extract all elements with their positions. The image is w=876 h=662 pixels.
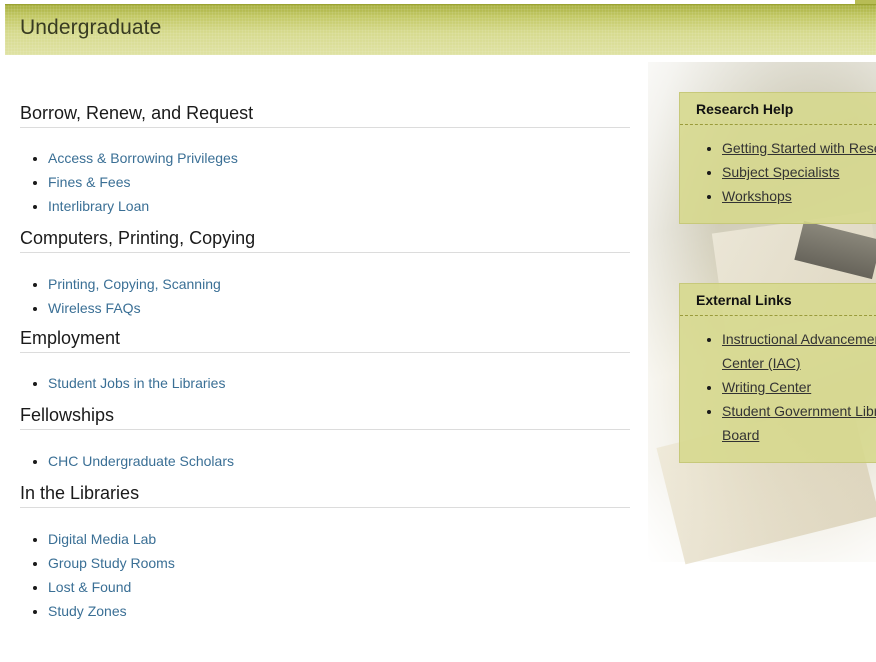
list-item: Student Jobs in the Libraries — [48, 371, 630, 395]
list-item: Student Government Library Board — [722, 399, 876, 447]
link-subject-specialists[interactable]: Subject Specialists — [722, 164, 840, 180]
link-chc-undergraduate-scholars[interactable]: CHC Undergraduate Scholars — [48, 453, 234, 469]
link-workshops[interactable]: Workshops — [722, 188, 792, 204]
section-heading: Computers, Printing, Copying — [20, 227, 630, 253]
link-group-study-rooms[interactable]: Group Study Rooms — [48, 555, 175, 571]
section-heading: Fellowships — [20, 404, 630, 430]
link-list: Getting Started with Research Subject Sp… — [680, 125, 876, 216]
link-list: Digital Media Lab Group Study Rooms Lost… — [20, 527, 630, 623]
list-item: Subject Specialists — [722, 160, 876, 184]
list-item: Access & Borrowing Privileges — [48, 146, 630, 170]
section-in-the-libraries: In the Libraries Digital Media Lab Group… — [20, 482, 630, 623]
list-item: Interlibrary Loan — [48, 194, 630, 218]
section-employment: Employment Student Jobs in the Libraries — [20, 327, 630, 395]
list-item: Group Study Rooms — [48, 551, 630, 575]
section-fellowships: Fellowships CHC Undergraduate Scholars — [20, 404, 630, 473]
section-computers: Computers, Printing, Copying Printing, C… — [20, 227, 630, 320]
list-item: Workshops — [722, 184, 876, 208]
list-item: Getting Started with Research — [722, 136, 876, 160]
main-content: Borrow, Renew, and Request Access & Borr… — [20, 102, 630, 623]
list-item: Study Zones — [48, 599, 630, 623]
link-list: CHC Undergraduate Scholars — [20, 449, 630, 473]
section-heading: In the Libraries — [20, 482, 630, 508]
list-item: Printing, Copying, Scanning — [48, 272, 630, 296]
list-item: Wireless FAQs — [48, 296, 630, 320]
link-interlibrary-loan[interactable]: Interlibrary Loan — [48, 198, 149, 214]
list-item: Writing Center — [722, 375, 876, 399]
link-digital-media-lab[interactable]: Digital Media Lab — [48, 531, 156, 547]
link-instructional-advancement-center[interactable]: Instructional Advancement Center (IAC) — [722, 331, 876, 371]
section-borrow: Borrow, Renew, and Request Access & Borr… — [20, 102, 630, 218]
link-list: Student Jobs in the Libraries — [20, 371, 630, 395]
box-title: External Links — [680, 284, 876, 316]
list-item: Lost & Found — [48, 575, 630, 599]
list-item: Fines & Fees — [48, 170, 630, 194]
box-title: Research Help — [680, 93, 876, 125]
list-item: CHC Undergraduate Scholars — [48, 449, 630, 473]
section-heading: Borrow, Renew, and Request — [20, 102, 630, 128]
link-fines-fees[interactable]: Fines & Fees — [48, 174, 130, 190]
link-study-zones[interactable]: Study Zones — [48, 603, 127, 619]
link-list: Access & Borrowing Privileges Fines & Fe… — [20, 146, 630, 218]
link-student-jobs[interactable]: Student Jobs in the Libraries — [48, 375, 225, 391]
link-lost-found[interactable]: Lost & Found — [48, 579, 131, 595]
link-list: Instructional Advancement Center (IAC) W… — [680, 316, 876, 455]
list-item: Instructional Advancement Center (IAC) — [722, 327, 876, 375]
page-banner: Undergraduate — [5, 4, 876, 55]
page-title: Undergraduate — [20, 16, 162, 39]
link-access-borrowing-privileges[interactable]: Access & Borrowing Privileges — [48, 150, 238, 166]
link-writing-center[interactable]: Writing Center — [722, 379, 811, 395]
link-printing-copying-scanning[interactable]: Printing, Copying, Scanning — [48, 276, 221, 292]
link-student-government-library-board[interactable]: Student Government Library Board — [722, 403, 876, 443]
external-links-box: External Links Instructional Advancement… — [679, 283, 876, 463]
link-list: Printing, Copying, Scanning Wireless FAQ… — [20, 272, 630, 320]
section-heading: Employment — [20, 327, 630, 353]
link-getting-started[interactable]: Getting Started with Research — [722, 140, 876, 156]
page: Undergraduate Borrow, Renew, and Request… — [0, 0, 876, 662]
research-help-box: Research Help Getting Started with Resea… — [679, 92, 876, 224]
link-wireless-faqs[interactable]: Wireless FAQs — [48, 300, 141, 316]
list-item: Digital Media Lab — [48, 527, 630, 551]
